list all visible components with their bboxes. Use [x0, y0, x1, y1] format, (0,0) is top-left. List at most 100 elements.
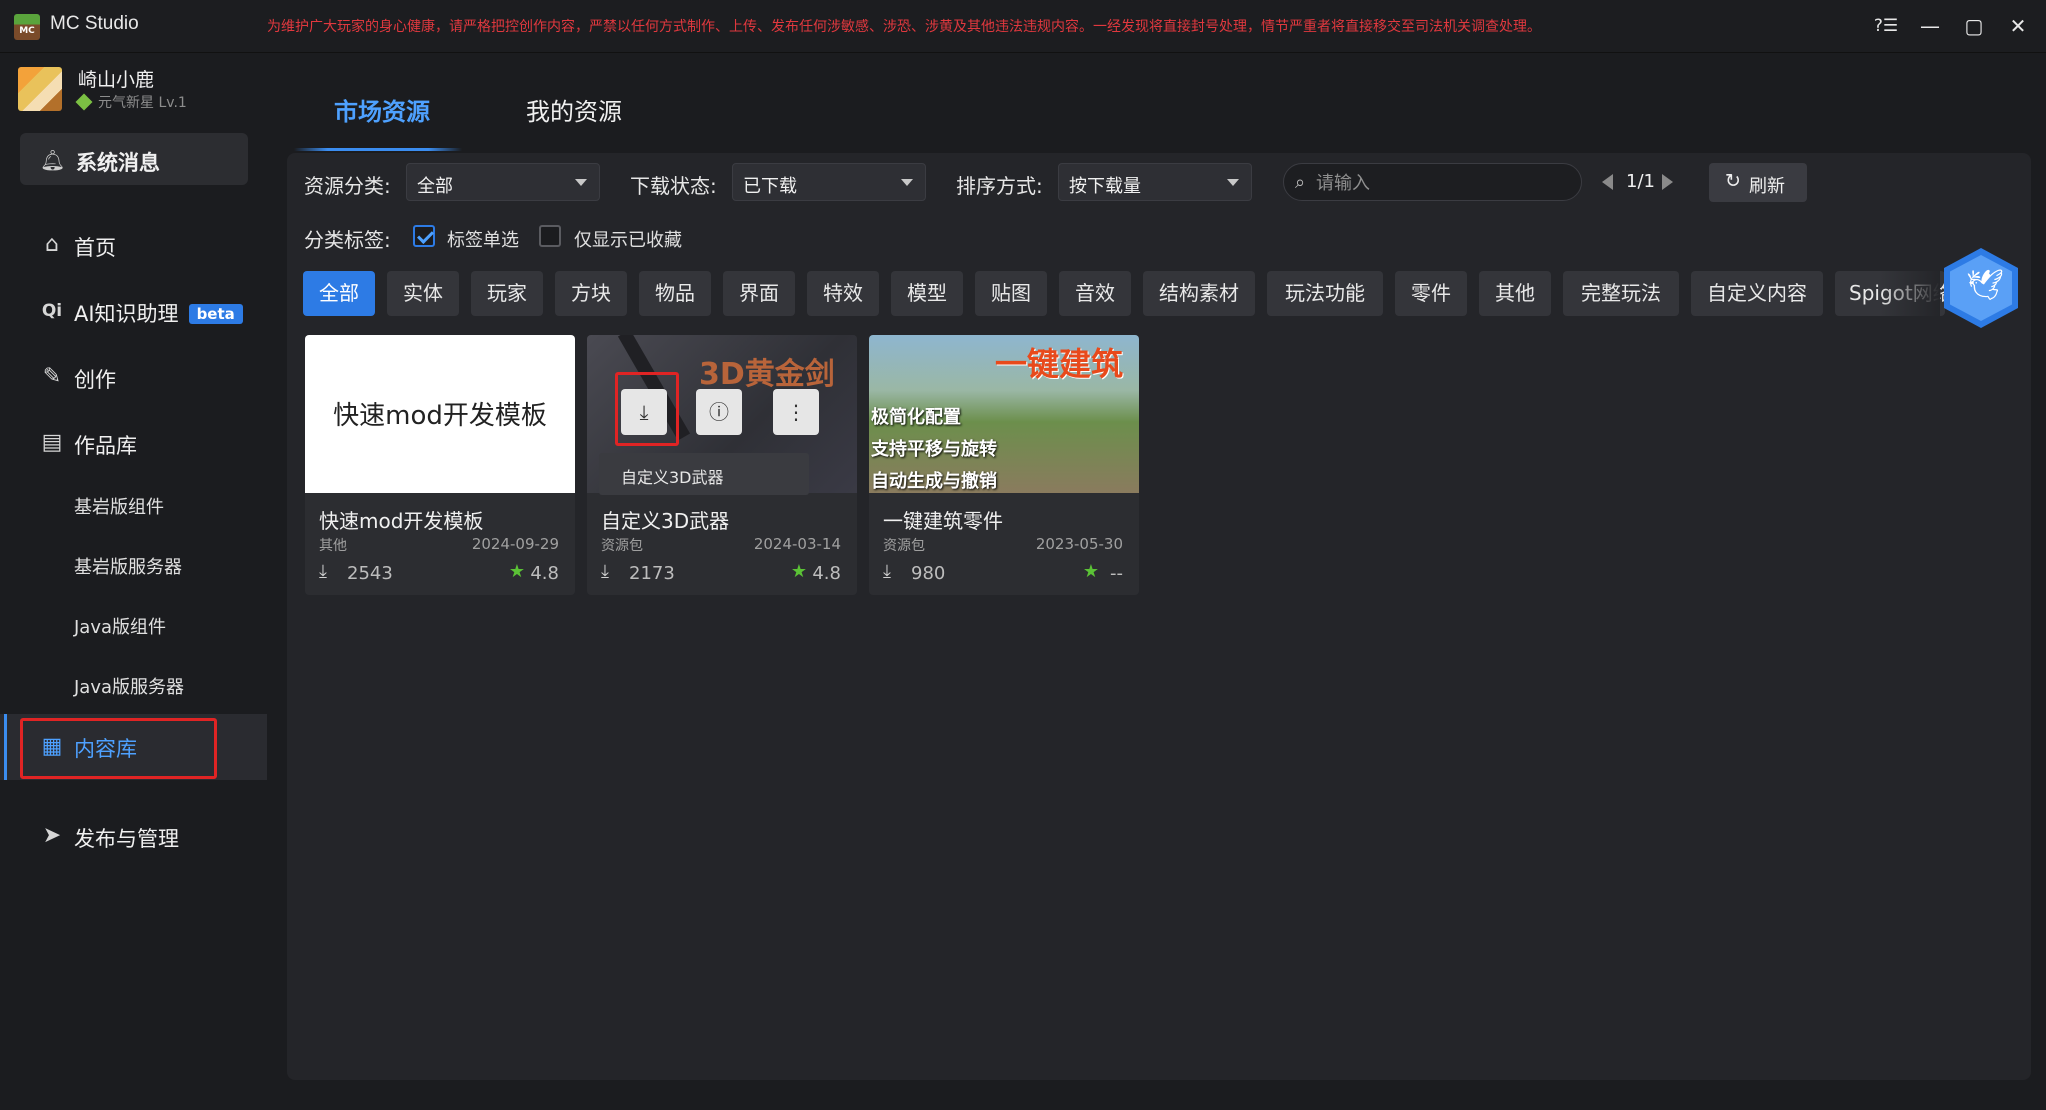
sort-label: 排序方式: [956, 174, 1043, 198]
highlight-box [20, 718, 217, 779]
chip-model[interactable]: 模型 [891, 271, 963, 316]
tab-market-resources[interactable]: 市场资源 [334, 92, 430, 127]
star-icon: ★ [790, 561, 807, 582]
user-name[interactable]: 崎山小鹿 [78, 65, 154, 92]
chip-block[interactable]: 方块 [555, 271, 627, 316]
pencil-icon: ✎ [42, 364, 62, 389]
star-icon: ★ [508, 561, 525, 582]
refresh-icon: ↻ [1725, 170, 1741, 192]
chip-gameplay-function[interactable]: 玩法功能 [1267, 271, 1383, 316]
chip-overflow-fade [1880, 266, 1940, 321]
user-level: 元气新星 Lv.1 [75, 92, 187, 112]
app-title: MC Studio [50, 13, 139, 34]
star-icon: ★ [1082, 561, 1099, 582]
system-message-button[interactable]: 🔔︎ 系统消息 [20, 133, 248, 185]
card-name: 快速mod开发模板 [319, 509, 484, 533]
nav-item-ai-assistant[interactable]: Qi AI知识助理 beta [0, 285, 267, 337]
card-category: 其他 [319, 538, 347, 554]
chip-parts[interactable]: 零件 [1395, 271, 1467, 316]
download-count-icon: ⤓ [319, 561, 327, 582]
library-icon: ▤ [41, 430, 63, 455]
card-category: 资源包 [601, 538, 643, 554]
card-rating: 4.8 [812, 563, 841, 584]
sort-select[interactable]: 按下载量 [1058, 163, 1252, 201]
chip-entity[interactable]: 实体 [387, 271, 459, 316]
nav-sub-java-component[interactable]: Java版组件 [74, 613, 166, 639]
download-count-icon: ⤓ [601, 561, 609, 582]
nav-item-label-text: AI知识助理 [74, 302, 179, 326]
chip-structure[interactable]: 结构素材 [1143, 271, 1255, 316]
close-button[interactable]: ✕ [2000, 12, 2036, 40]
card-name: 一键建筑零件 [883, 509, 1003, 533]
info-button[interactable]: ⓘ [696, 389, 742, 435]
only-favorites-checkbox[interactable] [539, 225, 561, 247]
chip-item[interactable]: 物品 [639, 271, 711, 316]
next-page-icon[interactable] [1662, 174, 1673, 190]
chevron-down-icon [1227, 179, 1239, 186]
nav-item-label: 发布与管理 [74, 827, 179, 851]
bell-icon: 🔔︎ [40, 148, 66, 172]
chip-player[interactable]: 玩家 [471, 271, 543, 316]
nav-sub-java-server[interactable]: Java版服务器 [74, 673, 184, 699]
card-rating: -- [1110, 563, 1123, 584]
avatar[interactable] [18, 67, 62, 111]
category-label: 资源分类: [304, 174, 391, 198]
search-input[interactable] [1316, 170, 1566, 196]
nav-item-label: 首页 [74, 236, 116, 260]
thumbnail-line: 自动生成与撤销 [871, 471, 997, 492]
nav-item-home[interactable]: ⌂ 首页 [0, 219, 267, 271]
card-thumbnail[interactable]: 快速mod开发模板 [305, 335, 575, 493]
chip-custom-content[interactable]: 自定义内容 [1691, 271, 1823, 316]
chip-all[interactable]: 全部 [303, 271, 375, 316]
card-downloads: 2173 [629, 563, 675, 584]
card-downloads: 980 [911, 563, 946, 584]
card-name: 自定义3D武器 [601, 509, 730, 533]
chip-effects[interactable]: 特效 [807, 271, 879, 316]
tag-label: 分类标签: [304, 228, 391, 252]
download-status-value: 已下载 [743, 176, 797, 197]
help-menu-icon[interactable]: ?☰ [1868, 12, 1904, 40]
maximize-button[interactable]: ▢ [1956, 12, 1992, 40]
card-rating: 4.8 [530, 563, 559, 584]
only-favorites-label[interactable]: 仅显示已收藏 [574, 226, 682, 252]
minimize-button[interactable]: — [1912, 12, 1948, 40]
chip-texture[interactable]: 贴图 [975, 271, 1047, 316]
nav-sub-bedrock-component[interactable]: 基岩版组件 [74, 493, 164, 519]
more-options-button[interactable]: ⋮ [773, 389, 819, 435]
card-date: 2024-09-29 [471, 535, 559, 553]
chip-complete-gameplay[interactable]: 完整玩法 [1563, 271, 1679, 316]
nav-item-publish-manage[interactable]: ➤ 发布与管理 [0, 810, 267, 862]
thumbnail-text: 快速mod开发模板 [333, 401, 547, 431]
bird-icon: 🕊︎ [1966, 268, 2005, 303]
thumbnail-line: 极简化配置 [871, 407, 961, 428]
download-status-select[interactable]: 已下载 [732, 163, 926, 201]
nav-item-works-library[interactable]: ▤ 作品库 [0, 417, 267, 469]
app-logo-icon: MC [14, 14, 40, 40]
single-tag-label[interactable]: 标签单选 [447, 226, 519, 252]
chevron-down-icon [575, 179, 587, 186]
chip-sound[interactable]: 音效 [1059, 271, 1131, 316]
chip-ui[interactable]: 界面 [723, 271, 795, 316]
refresh-button[interactable]: ↻ 刷新 [1709, 163, 1807, 202]
resource-card[interactable]: 一键建筑 极简化配置 支持平移与旋转 自动生成与撤销 一键建筑零件 资源包 20… [869, 335, 1139, 595]
send-icon: ➤ [42, 823, 62, 848]
chip-other[interactable]: 其他 [1479, 271, 1551, 316]
card-thumbnail[interactable]: 一键建筑 极简化配置 支持平移与旋转 自动生成与撤销 [869, 335, 1139, 493]
search-icon: ⌕ [1295, 172, 1306, 193]
download-count-icon: ⤓ [883, 561, 891, 582]
single-tag-checkbox[interactable] [413, 225, 435, 247]
level-gem-icon [75, 93, 93, 111]
thumbnail-line: 支持平移与旋转 [871, 439, 997, 460]
system-message-label: 系统消息 [76, 151, 160, 175]
tab-my-resources[interactable]: 我的资源 [526, 92, 622, 127]
title-bar: MC MC Studio 为维护广大玩家的身心健康，请严格把控创作内容，严禁以任… [0, 0, 2046, 53]
resource-card[interactable]: 快速mod开发模板 快速mod开发模板 其他 2024-09-29 ⤓ 2543… [305, 335, 575, 595]
nav-sub-bedrock-server[interactable]: 基岩版服务器 [74, 553, 182, 579]
prev-page-icon[interactable] [1602, 174, 1613, 190]
nav-item-label: AI知识助理 beta [74, 298, 243, 328]
card-date: 2023-05-30 [1035, 535, 1123, 553]
nav-item-create[interactable]: ✎ 创作 [0, 351, 267, 403]
category-select[interactable]: 全部 [406, 163, 600, 201]
tooltip: 自定义3D武器 [599, 453, 809, 495]
home-icon: ⌂ [45, 232, 59, 257]
